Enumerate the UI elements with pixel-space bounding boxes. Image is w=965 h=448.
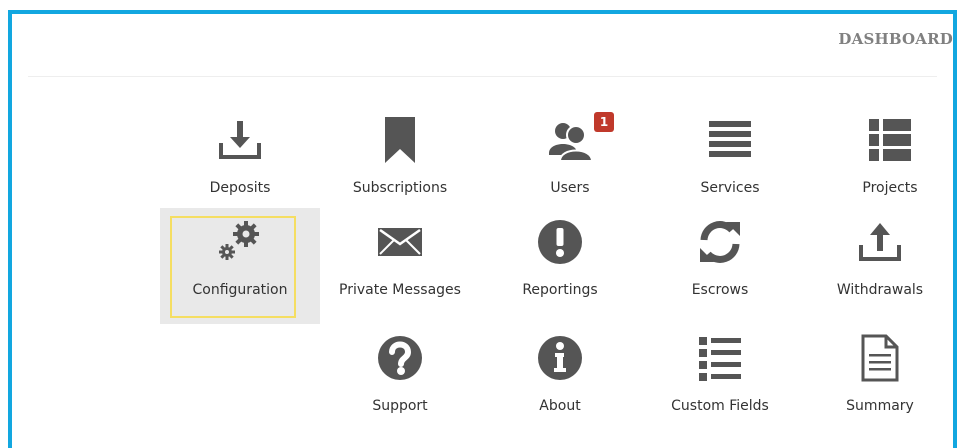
tile-withdrawals[interactable]: Withdrawals xyxy=(800,208,960,324)
bookmark-icon xyxy=(374,114,426,166)
tile-label: Summary xyxy=(846,398,914,414)
tile-configuration[interactable]: Configuration xyxy=(160,208,320,324)
tile-reportings[interactable]: Reportings xyxy=(480,208,640,324)
list-ul-icon xyxy=(694,332,746,384)
users-icon xyxy=(544,114,596,166)
upload-icon xyxy=(854,216,906,268)
tile-label: Projects xyxy=(862,180,918,196)
exclamation-icon xyxy=(534,216,586,268)
tile-custom-fields[interactable]: Custom Fields xyxy=(640,324,800,440)
page-title: DASHBOARD xyxy=(838,30,953,48)
info-icon xyxy=(534,332,586,384)
dashboard-panel: DASHBOARD Deposits Subscriptions 1 Users… xyxy=(8,10,957,448)
tile-label: Reportings xyxy=(522,282,598,298)
refresh-icon xyxy=(694,216,746,268)
header-divider xyxy=(28,76,937,77)
list-lines-icon xyxy=(704,114,756,166)
download-icon xyxy=(214,114,266,166)
tile-projects[interactable]: Projects xyxy=(810,106,965,222)
gears-icon xyxy=(214,216,266,268)
list-blocks-icon xyxy=(864,114,916,166)
document-icon xyxy=(854,332,906,384)
tile-label: Configuration xyxy=(192,282,288,298)
tile-label: Support xyxy=(372,398,428,414)
tile-deposits[interactable]: Deposits xyxy=(160,106,320,222)
tile-users[interactable]: 1 Users xyxy=(490,106,650,222)
tile-label: Escrows xyxy=(691,282,749,298)
envelope-icon xyxy=(374,216,426,268)
tile-label: Private Messages xyxy=(339,282,461,298)
tile-private-messages[interactable]: Private Messages xyxy=(320,208,480,324)
tile-services[interactable]: Services xyxy=(650,106,810,222)
question-icon xyxy=(374,332,426,384)
tile-label: Subscriptions xyxy=(352,180,448,196)
tile-label: Custom Fields xyxy=(671,398,769,414)
tile-about[interactable]: About xyxy=(480,324,640,440)
tile-support[interactable]: Support xyxy=(320,324,480,440)
tile-label: Services xyxy=(700,180,760,196)
notification-badge: 1 xyxy=(594,112,614,132)
tile-label: Users xyxy=(550,180,590,196)
tile-summary[interactable]: Summary xyxy=(800,324,960,440)
tile-escrows[interactable]: Escrows xyxy=(640,208,800,324)
tile-subscriptions[interactable]: Subscriptions xyxy=(320,106,480,222)
tile-label: Withdrawals xyxy=(836,282,924,298)
tile-label: Deposits xyxy=(209,180,271,196)
tile-label: About xyxy=(539,398,581,414)
